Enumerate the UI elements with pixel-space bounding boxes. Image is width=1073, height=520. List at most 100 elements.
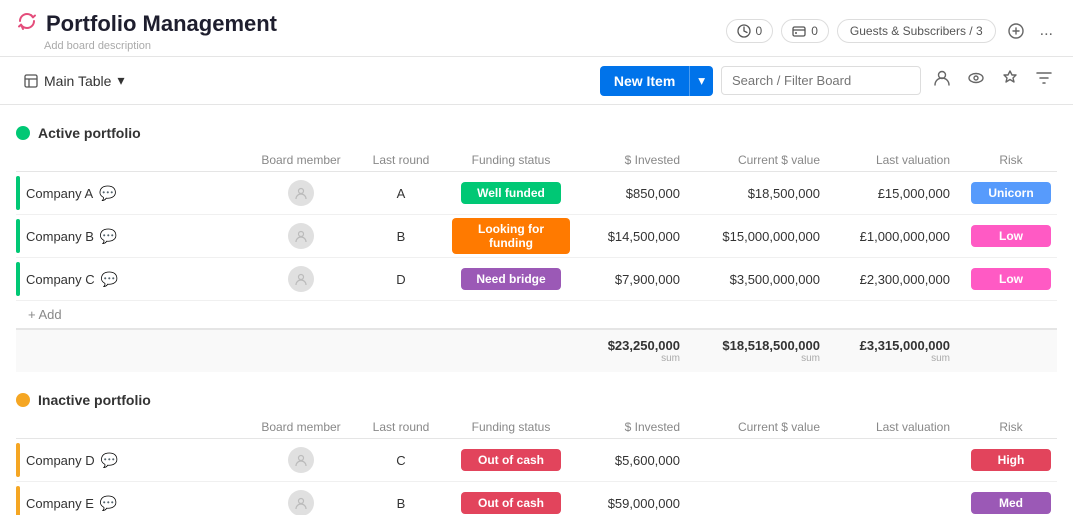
satisfaction-cell: ♥♥♥♥♥ xyxy=(1066,452,1073,468)
risk-badge: High xyxy=(971,449,1051,471)
table-row[interactable]: Company B 💬 B Looking for funding $14,50… xyxy=(16,215,1057,258)
chat-icon[interactable]: 💬 xyxy=(101,271,118,288)
last-val-cell: £1,000,000,000 xyxy=(826,229,956,244)
update-count: 0 xyxy=(811,24,818,38)
col-last-round: Last round xyxy=(356,420,446,434)
col-board-member: Board member xyxy=(246,153,356,167)
funding-status-badge: Out of cash xyxy=(461,449,561,471)
eye-icon[interactable] xyxy=(963,65,989,96)
main-table-button[interactable]: Main Table ▾ xyxy=(16,68,132,93)
funding-status-badge: Well funded xyxy=(461,182,561,204)
search-input[interactable] xyxy=(721,66,921,95)
col-invested: $ Invested xyxy=(576,153,686,167)
add-row-label: + Add xyxy=(20,307,62,322)
summary-current-val-label: sum xyxy=(692,353,820,364)
board-description[interactable]: Add board description xyxy=(44,40,277,52)
guests-pill[interactable]: Guests & Subscribers / 3 xyxy=(837,19,996,43)
row-name-cell: Company A 💬 xyxy=(16,172,246,214)
avatar xyxy=(288,180,314,206)
more-options-button[interactable]: ... xyxy=(1036,18,1057,44)
top-header: Portfolio Management Add board descripti… xyxy=(0,0,1073,57)
last-round-cell: B xyxy=(356,229,446,244)
satisfaction-cell: ♥♥♥♥♥ xyxy=(1066,228,1073,244)
last-round-cell: A xyxy=(356,186,446,201)
new-item-dropdown-button[interactable]: ▾ xyxy=(689,66,713,96)
avatar xyxy=(288,490,314,515)
row-name: Company D xyxy=(26,453,95,468)
funding-status-cell: Out of cash xyxy=(446,449,576,471)
satisfaction-cell: ♥♥♥♥♥ xyxy=(1066,495,1073,511)
chat-icon[interactable]: 💬 xyxy=(100,495,117,512)
invested-cell: $5,600,000 xyxy=(576,453,686,468)
group-active: Active portfolio Board member Last round… xyxy=(16,125,1057,372)
table-row[interactable]: Company A 💬 A Well funded $850,000 $18,5… xyxy=(16,172,1057,215)
table-row[interactable]: Company C 💬 D Need bridge $7,900,000 $3,… xyxy=(16,258,1057,301)
chat-icon[interactable]: 💬 xyxy=(101,452,118,469)
toolbar: Main Table ▾ New Item ▾ xyxy=(0,57,1073,105)
filter-icon[interactable] xyxy=(1031,65,1057,96)
chat-icon[interactable]: 💬 xyxy=(100,228,117,245)
col-risk: Risk xyxy=(956,420,1066,434)
chat-icon[interactable]: 💬 xyxy=(99,185,116,202)
add-row-button[interactable]: + Add xyxy=(16,301,1057,328)
board-member-cell xyxy=(246,223,356,249)
new-item-button[interactable]: New Item xyxy=(600,66,689,96)
funding-status-badge: Need bridge xyxy=(461,268,561,290)
col-funding-status: Funding status xyxy=(446,153,576,167)
group-label: Inactive portfolio xyxy=(38,392,151,408)
risk-cell: High xyxy=(956,449,1066,471)
table-row[interactable]: Company E 💬 B Out of cash $59,000,000 Me… xyxy=(16,482,1057,515)
row-name: Company C xyxy=(26,272,95,287)
funding-status-badge: Looking for funding xyxy=(452,218,570,254)
funding-status-cell: Looking for funding xyxy=(446,218,576,254)
row-name-cell: Company E 💬 xyxy=(16,482,246,515)
group-color-dot xyxy=(16,393,30,407)
invested-cell: $59,000,000 xyxy=(576,496,686,511)
dropdown-arrow-icon: ▾ xyxy=(117,72,124,89)
col-board-member: Board member xyxy=(246,420,356,434)
risk-badge: Low xyxy=(971,225,1051,247)
board-member-cell xyxy=(246,447,356,473)
add-guests-button[interactable] xyxy=(1004,19,1028,43)
row-color-bar xyxy=(16,443,20,477)
last-val-cell: £2,300,000,000 xyxy=(826,272,956,287)
group-header-active[interactable]: Active portfolio xyxy=(16,125,1057,141)
row-name-cell: Company B 💬 xyxy=(16,215,246,257)
risk-badge: Low xyxy=(971,268,1051,290)
satisfaction-cell: ♥♥♥♥♥ xyxy=(1066,185,1073,201)
row-name-cell: Company C 💬 xyxy=(16,258,246,300)
row-name-cell: Company D 💬 xyxy=(16,439,246,481)
summary-last-val: £3,315,000,000 sum xyxy=(826,338,956,364)
risk-cell: Low xyxy=(956,225,1066,247)
invested-cell: $7,900,000 xyxy=(576,272,686,287)
summary-last-val-label: sum xyxy=(832,353,950,364)
activity-counter[interactable]: 0 xyxy=(726,19,774,43)
risk-cell: Med xyxy=(956,492,1066,514)
pin-icon[interactable] xyxy=(997,65,1023,96)
group-inactive: Inactive portfolio Board member Last rou… xyxy=(16,392,1057,515)
avatar xyxy=(288,447,314,473)
col-invested: $ Invested xyxy=(576,420,686,434)
group-header-inactive[interactable]: Inactive portfolio xyxy=(16,392,1057,408)
col-last-val: Last valuation xyxy=(826,420,956,434)
current-val-cell: $18,500,000 xyxy=(686,186,826,201)
col-current-val: Current $ value xyxy=(686,153,826,167)
col-last-val: Last valuation xyxy=(826,153,956,167)
col-satisfaction: Satisfaction xyxy=(1066,153,1073,167)
risk-badge: Med xyxy=(971,492,1051,514)
summary-last-val-val: £3,315,000,000 xyxy=(832,338,950,353)
risk-cell: Low xyxy=(956,268,1066,290)
person-icon[interactable] xyxy=(929,65,955,96)
update-counter[interactable]: 0 xyxy=(781,19,829,43)
risk-cell: Unicorn xyxy=(956,182,1066,204)
toolbar-left: Main Table ▾ xyxy=(16,68,132,93)
summary-row: $23,250,000 sum $18,518,500,000 sum £3,3… xyxy=(16,328,1057,372)
column-headers: Board member Last round Funding status $… xyxy=(16,149,1057,172)
table-row[interactable]: Company D 💬 C Out of cash $5,600,000 Hig… xyxy=(16,439,1057,482)
funding-status-cell: Out of cash xyxy=(446,492,576,514)
row-name: Company E xyxy=(26,496,94,511)
summary-current-val-val: $18,518,500,000 xyxy=(692,338,820,353)
col-satisfaction: Satisfaction xyxy=(1066,420,1073,434)
col-current-val: Current $ value xyxy=(686,420,826,434)
logo-icon xyxy=(16,10,38,38)
